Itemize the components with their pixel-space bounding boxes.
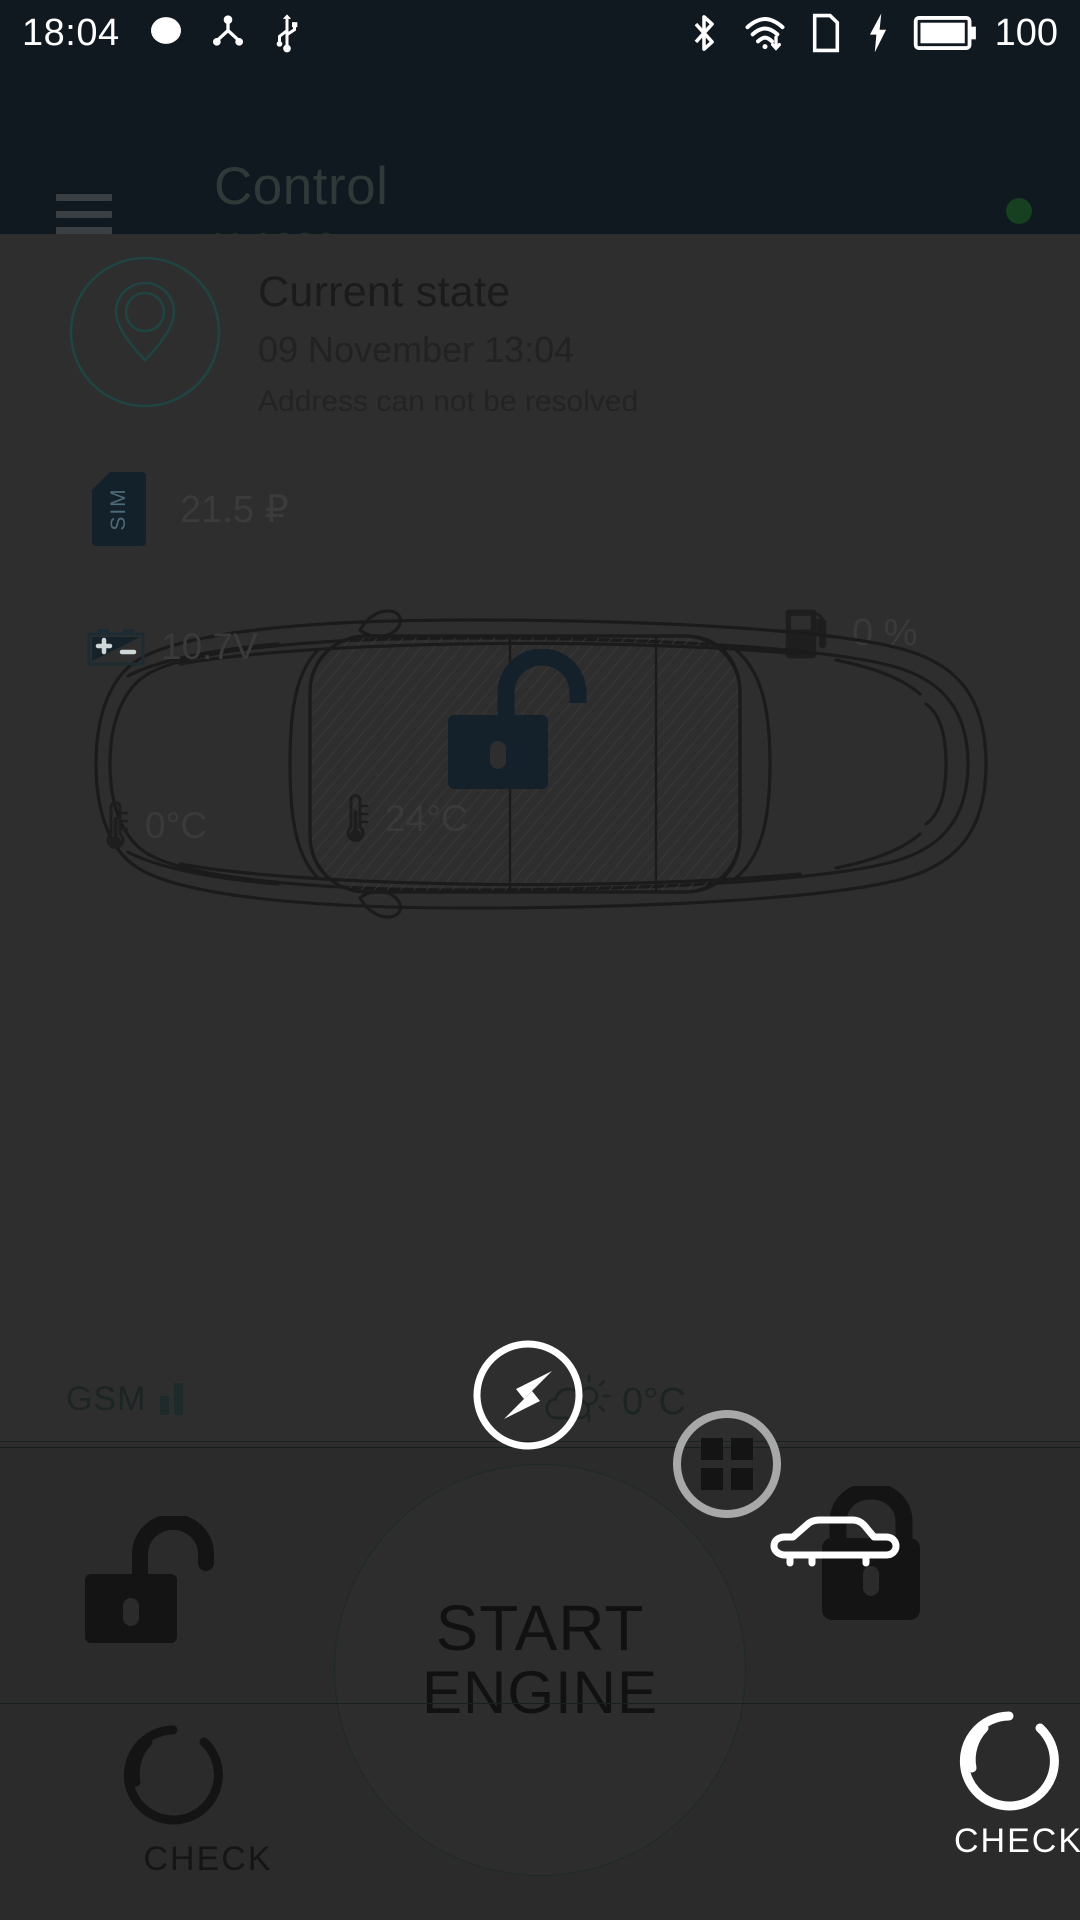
sd-card-icon [809, 12, 843, 54]
gsm-row: GSM [66, 1380, 184, 1419]
sim-balance-row[interactable]: SIM 21.5 ₽ [92, 472, 289, 546]
gsm-label: GSM [66, 1380, 147, 1418]
engine-temp-row: 0°C [105, 799, 207, 853]
signal-bars-icon [160, 1383, 184, 1415]
engine-temp-value: 0°C [145, 805, 208, 846]
current-state-block: Current state 09 November 13:04 Address … [258, 268, 638, 419]
current-state-address: Address can not be resolved [258, 385, 639, 418]
usb-icon [270, 13, 304, 53]
start-engine-line1: START [435, 1592, 645, 1664]
wifi-download-icon [743, 13, 787, 53]
car-battery-row: 10.7V [85, 626, 258, 668]
cabin-temp-row: 24°C [345, 792, 468, 846]
battery-icon [913, 14, 977, 52]
car-lock-icon [770, 1486, 920, 1620]
control-panel: START ENGINE CHECK CHECK [0, 1447, 1080, 1920]
refresh-circle-icon [123, 1725, 223, 1825]
apps-fab[interactable] [669, 1406, 785, 1522]
status-right-icons: 100 [687, 12, 1058, 54]
unlock-button[interactable] [82, 1516, 242, 1651]
compass-icon [473, 1340, 583, 1450]
cabin-temp-value: 24°C [385, 798, 468, 839]
message-bubble-icon [146, 13, 186, 53]
battery-percent: 100 [994, 12, 1058, 54]
check-right-label: CHECK [954, 1822, 1080, 1860]
check-button-left[interactable]: CHECK [118, 1720, 298, 1879]
app-header: Control X-1900 [0, 66, 1080, 268]
check-button-right[interactable]: CHECK [954, 1706, 1080, 1861]
main-content: Current state 09 November 13:04 Address … [0, 234, 1080, 1446]
charging-bolt-icon [865, 12, 891, 54]
bluetooth-icon [687, 12, 721, 54]
usb-debug-icon [208, 13, 248, 53]
compass-fab[interactable] [470, 1337, 586, 1453]
start-engine-button[interactable]: START ENGINE [334, 1464, 746, 1876]
location-pin-icon [69, 256, 221, 408]
sim-card-icon: SIM [92, 472, 146, 546]
current-state-title: Current state [258, 268, 511, 316]
car-lock-state-icon [440, 649, 616, 799]
panel-divider [0, 1703, 1080, 1704]
sim-card-label: SIM [107, 487, 130, 531]
car-lock-button[interactable] [760, 1486, 960, 1636]
status-badge [1006, 198, 1032, 224]
thermometer-icon [345, 792, 371, 846]
app-screen: 18:04 100 Control Current state 09 Novem… [0, 0, 1080, 1920]
refresh-circle-icon [959, 1711, 1059, 1811]
apps-grid-icon [673, 1410, 781, 1518]
thermometer-icon [105, 799, 131, 853]
status-bar: 18:04 100 [0, 0, 1080, 66]
start-engine-label: START ENGINE [335, 1595, 745, 1724]
start-engine-line2: ENGINE [421, 1658, 659, 1726]
hamburger-menu-icon[interactable] [56, 194, 112, 234]
status-left-icons [146, 13, 304, 53]
unlock-padlock-icon [85, 1516, 214, 1643]
car-battery-value: 10.7V [161, 626, 258, 667]
sim-balance-value: 21.5 ₽ [180, 488, 289, 531]
current-state-date: 09 November 13:04 [258, 329, 575, 370]
page-title: Control [214, 157, 389, 216]
status-time: 18:04 [22, 12, 120, 54]
check-left-label: CHECK [143, 1840, 273, 1878]
car-battery-icon [85, 626, 147, 668]
